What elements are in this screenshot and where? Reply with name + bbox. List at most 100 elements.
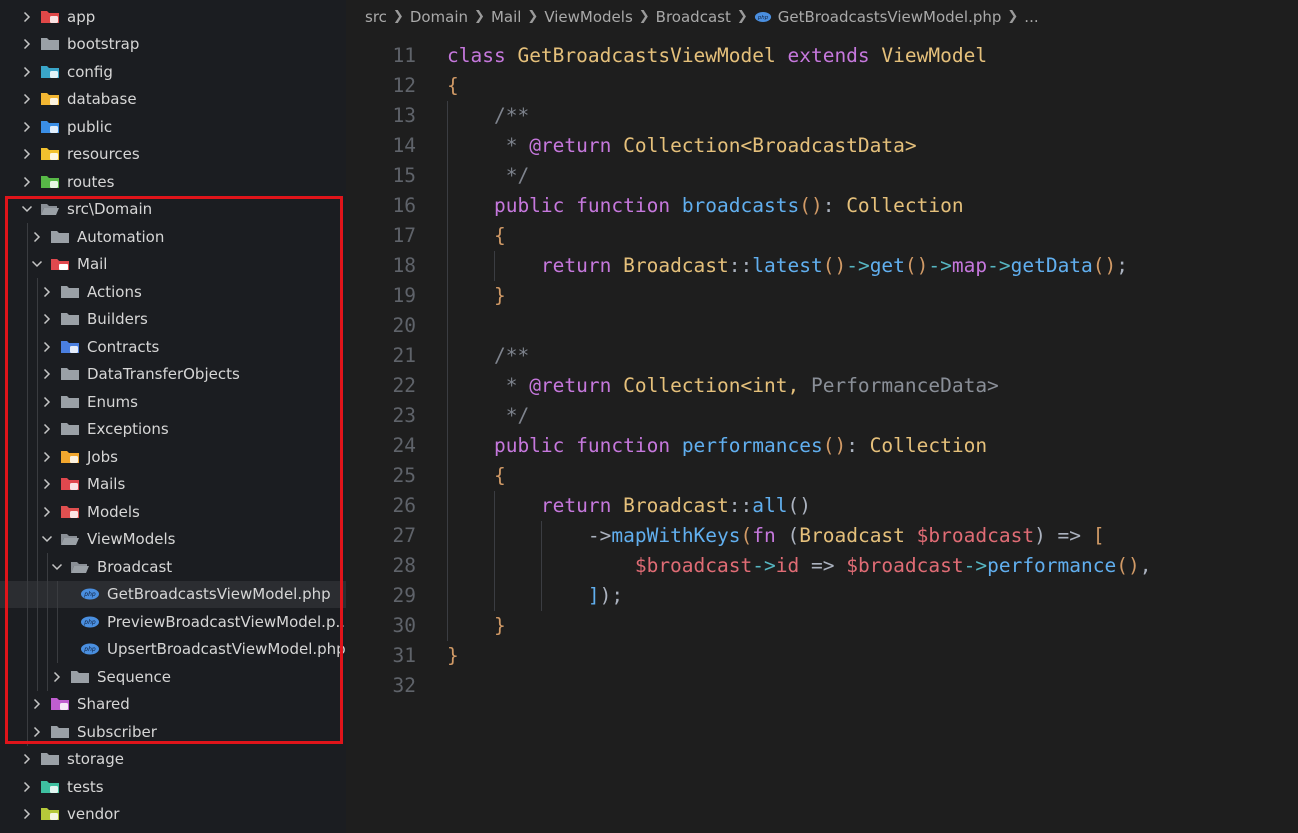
folder-item-mail[interactable]: Mail (0, 251, 346, 278)
chevron-right-icon[interactable] (20, 780, 34, 794)
code-line[interactable]: 13 /** (346, 101, 1298, 131)
code-line[interactable]: 21 /** (346, 341, 1298, 371)
code-line[interactable]: 27 ->mapWithKeys(fn (Broadcast $broadcas… (346, 521, 1298, 551)
chevron-right-icon[interactable] (20, 147, 34, 161)
chevron-right-icon[interactable] (40, 312, 54, 326)
line-number: 18 (392, 254, 416, 277)
file-item-upsertbroadcastviewmodel-php[interactable]: php UpsertBroadcastViewModel.php (0, 636, 346, 663)
code-line[interactable]: 29 ]); (346, 581, 1298, 611)
folder-item-exceptions[interactable]: Exceptions (0, 416, 346, 443)
chevron-right-icon[interactable] (40, 285, 54, 299)
chevron-right-icon[interactable] (30, 697, 44, 711)
chevron-right-icon[interactable] (40, 422, 54, 436)
chevron-right-icon[interactable] (20, 752, 34, 766)
chevron-right-icon[interactable] (30, 230, 44, 244)
chevron-right-icon[interactable] (50, 670, 64, 684)
code-line[interactable]: 17 { (346, 221, 1298, 251)
code-line[interactable]: 32 (346, 671, 1298, 701)
code-line[interactable]: 25 { (346, 461, 1298, 491)
code-line[interactable]: 24 public function performances(): Colle… (346, 431, 1298, 461)
file-item-previewbroadcastviewmodel-p[interactable]: php PreviewBroadcastViewModel.p... (0, 608, 346, 635)
folder-item-storage[interactable]: storage (0, 746, 346, 773)
folder-item-vendor[interactable]: vendor (0, 801, 346, 828)
chevron-right-icon[interactable] (40, 340, 54, 354)
folder-item-enums[interactable]: Enums (0, 388, 346, 415)
code-editor[interactable]: src ❯ Domain ❯ Mail ❯ ViewModels ❯ Broadcast ❯ php… (346, 0, 1298, 833)
open-folder-icon (41, 204, 59, 215)
code-line[interactable]: 18 return Broadcast::latest()->get()->ma… (346, 251, 1298, 281)
chevron-right-icon[interactable] (40, 367, 54, 381)
chevron-right-icon[interactable] (40, 395, 54, 409)
folder-item-sequence[interactable]: Sequence (0, 663, 346, 690)
code-text: return Broadcast::all() (447, 491, 811, 521)
line-number: 31 (392, 644, 416, 667)
chevron-right-icon: ❯ (638, 9, 650, 24)
folder-item-automation[interactable]: Automation (0, 223, 346, 250)
chevron-right-icon[interactable] (20, 65, 34, 79)
code-line[interactable]: 23 */ (346, 401, 1298, 431)
code-line[interactable]: 26 return Broadcast::all() (346, 491, 1298, 521)
folder-item-datatransferobjects[interactable]: DataTransferObjects (0, 361, 346, 388)
folder-item-broadcast[interactable]: Broadcast (0, 553, 346, 580)
folder-item-app[interactable]: app (0, 3, 346, 30)
chevron-right-icon[interactable] (20, 37, 34, 51)
code-line[interactable]: 14 * @return Collection<BroadcastData> (346, 131, 1298, 161)
chevron-right-icon[interactable] (40, 450, 54, 464)
code-token: -> (447, 524, 612, 547)
breadcrumb-ellipsis[interactable]: ... (1024, 8, 1038, 26)
tree-item-label: Models (87, 502, 140, 521)
tests-folder-icon (41, 780, 59, 793)
code-line[interactable]: 31} (346, 641, 1298, 671)
tree-item-label: resources (67, 145, 140, 163)
folder-item-actions[interactable]: Actions (0, 278, 346, 305)
folder-item-subscriber[interactable]: Subscriber (0, 718, 346, 745)
folder-item-bootstrap[interactable]: bootstrap (0, 31, 346, 58)
folder-item-jobs[interactable]: Jobs (0, 443, 346, 470)
folder-item-viewmodels[interactable]: ViewModels (0, 526, 346, 553)
code-line[interactable]: 30 } (346, 611, 1298, 641)
breadcrumb-part[interactable]: Domain (410, 8, 468, 26)
folder-item-database[interactable]: database (0, 86, 346, 113)
file-item-getbroadcastsviewmodel-php[interactable]: php GetBroadcastsViewModel.php (0, 580, 346, 608)
breadcrumb-part[interactable]: ViewModels (544, 8, 632, 26)
code-token: Collection (846, 194, 964, 217)
folder-item-shared[interactable]: Shared (0, 691, 346, 718)
code-line[interactable]: 20 (346, 311, 1298, 341)
code-line[interactable]: 12 { (346, 71, 1298, 101)
chevron-right-icon[interactable] (20, 807, 34, 821)
breadcrumb-part[interactable]: Broadcast (656, 8, 731, 26)
code-line[interactable]: 15 */ (346, 161, 1298, 191)
chevron-right-icon[interactable] (20, 92, 34, 106)
chevron-down-icon[interactable] (50, 560, 64, 574)
folder-item-tests[interactable]: tests (0, 773, 346, 800)
chevron-right-icon[interactable] (30, 725, 44, 739)
folder-item-resources[interactable]: resources (0, 141, 346, 168)
code-token: extends (787, 44, 882, 67)
chevron-down-icon[interactable] (30, 257, 44, 271)
breadcrumb-part[interactable]: Mail (491, 8, 521, 26)
folder-item-mails[interactable]: Mails (0, 471, 346, 498)
code-line[interactable]: 28 $broadcast->id => $broadcast->perform… (346, 551, 1298, 581)
breadcrumb-file[interactable]: GetBroadcastsViewModel.php (778, 8, 1002, 26)
folder-item-routes[interactable]: routes (0, 168, 346, 195)
code-text: } (447, 641, 459, 671)
folder-item-config[interactable]: config (0, 58, 346, 85)
code-line[interactable]: 11 class GetBroadcastsViewModel extends V… (346, 41, 1298, 71)
chevron-right-icon[interactable] (20, 10, 34, 24)
chevron-right-icon[interactable] (40, 505, 54, 519)
code-text: { (447, 221, 506, 251)
chevron-right-icon[interactable] (20, 120, 34, 134)
folder-item-contracts[interactable]: Contracts (0, 333, 346, 360)
code-line[interactable]: 16 public function broadcasts(): Collect… (346, 191, 1298, 221)
chevron-down-icon[interactable] (20, 202, 34, 216)
folder-item-src-domain[interactable]: src\Domain (0, 196, 346, 223)
folder-icon (61, 423, 79, 435)
chevron-right-icon[interactable] (40, 477, 54, 491)
code-line[interactable]: 22 * @return Collection<int, Performance… (346, 371, 1298, 401)
chevron-right-icon[interactable] (20, 175, 34, 189)
folder-item-public[interactable]: public (0, 113, 346, 140)
code-line[interactable]: 19 } (346, 281, 1298, 311)
folder-item-builders[interactable]: Builders (0, 306, 346, 333)
chevron-down-icon[interactable] (40, 532, 54, 546)
folder-item-models[interactable]: Models (0, 498, 346, 525)
